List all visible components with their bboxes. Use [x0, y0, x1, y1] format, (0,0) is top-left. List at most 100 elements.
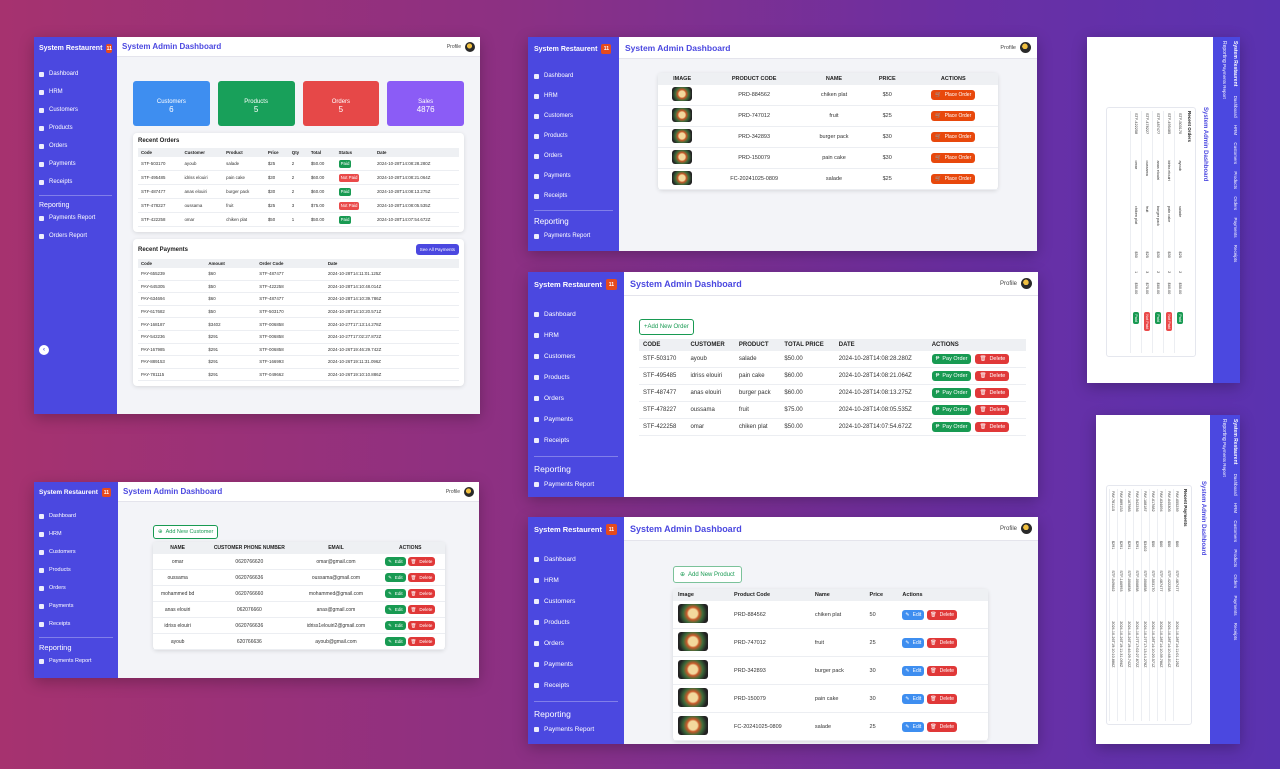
nav-products[interactable]: Products [534, 126, 613, 146]
edit-product-button[interactable]: ✎ Edit [902, 609, 925, 620]
place-order-button[interactable]: 🛒 Place Order [931, 153, 976, 163]
box-icon [39, 567, 44, 573]
profile-menu[interactable]: Profile [1000, 523, 1032, 534]
nav-orders[interactable]: Orders [534, 146, 613, 166]
nav-dashboard[interactable]: Dashboard [39, 507, 113, 525]
nav-customers[interactable]: Customers [39, 101, 112, 119]
profile-menu[interactable]: Profile [1000, 278, 1032, 289]
place-order-button[interactable]: 🛒 Place Order [931, 111, 976, 121]
pay-order-button[interactable]: ₱ Pay Order [931, 422, 972, 432]
delete-product-button[interactable]: 🗑 Delete [927, 665, 958, 676]
nav-customers[interactable]: Customers [39, 543, 113, 561]
edit-customer-button[interactable]: ✎ Edit [385, 589, 406, 598]
edit-product-button[interactable]: ✎ Edit [902, 693, 925, 704]
nav-products[interactable]: Products [534, 367, 618, 388]
table-cell: ₱ Pay Order 🗑 Delete [927, 351, 1026, 368]
nav-receipts[interactable]: Receipts [534, 675, 618, 696]
delete-order-button[interactable]: 🗑 Delete [975, 405, 1010, 415]
edit-customer-button[interactable]: ✎ Edit [385, 605, 406, 614]
receipt-icon [534, 193, 539, 199]
add-new-product-button[interactable]: ⊕ Add New Product [673, 566, 742, 583]
nav-customers[interactable]: Customers [534, 591, 618, 612]
delete-customer-button[interactable]: 🗑 Delete [407, 605, 436, 614]
edit-customer-button[interactable]: ✎ Edit [385, 621, 406, 630]
nav-payments[interactable]: Payments [534, 654, 618, 675]
rotated-canvas: System Restaurent Dashboard HRM Customer… [1087, 37, 1240, 383]
nav-payments-report[interactable]: Payments Report [534, 474, 618, 495]
nav-hrm[interactable]: HRM [534, 570, 618, 591]
place-order-button[interactable]: 🛒 Place Order [931, 90, 976, 100]
nav-hrm[interactable]: HRM [39, 83, 112, 101]
profile-menu[interactable]: Profile [1000, 42, 1031, 53]
edit-product-button[interactable]: ✎ Edit [902, 637, 925, 648]
edit-customer-button[interactable]: ✎ Edit [385, 557, 406, 566]
nav-dashboard[interactable]: Dashboard [534, 549, 618, 570]
receipt-icon [39, 179, 44, 185]
nav-receipts[interactable]: Receipts [534, 186, 613, 206]
nav-dashboard[interactable]: Dashboard [534, 304, 618, 325]
pay-order-button[interactable]: ₱ Pay Order [931, 354, 972, 364]
pay-order-button[interactable]: ₱ Pay Order [931, 371, 972, 381]
nav-orders[interactable]: Orders [534, 633, 618, 654]
delete-order-button[interactable]: 🗑 Delete [975, 354, 1010, 364]
nav-hrm[interactable]: HRM [39, 525, 113, 543]
table-cell: ayoub [1174, 158, 1185, 204]
nav-orders[interactable]: Orders [39, 137, 112, 155]
place-order-button[interactable]: 🛒 Place Order [931, 174, 976, 184]
nav-receipts[interactable]: Receipts [534, 430, 618, 451]
delete-order-button[interactable]: 🗑 Delete [975, 388, 1010, 398]
place-order-button[interactable]: 🛒 Place Order [931, 132, 976, 142]
delete-customer-button[interactable]: 🗑 Delete [407, 621, 436, 630]
delete-order-button[interactable]: 🗑 Delete [975, 371, 1010, 381]
nav-orders[interactable]: Orders [39, 579, 113, 597]
nav-payments-report[interactable]: Payments Report [39, 652, 113, 670]
nav-receipts[interactable]: Receipts [39, 615, 113, 633]
delete-customer-button[interactable]: 🗑 Delete [407, 637, 436, 646]
see-all-payments-button[interactable]: See All Payments [415, 244, 459, 255]
table-cell: PAY-167985 [138, 343, 206, 357]
delete-customer-button[interactable]: 🗑 Delete [407, 557, 436, 566]
add-new-customer-button[interactable]: ⊕ Add New Customer [153, 525, 219, 539]
edit-icon: ✎ [388, 574, 392, 580]
edit-product-button[interactable]: ✎ Edit [902, 721, 925, 732]
delete-customer-button[interactable]: 🗑 Delete [407, 589, 436, 598]
nav-customers[interactable]: Customers [534, 106, 613, 126]
nav-products[interactable]: Products [534, 612, 618, 633]
add-new-order-button[interactable]: +Add New Order [639, 319, 694, 335]
edit-customer-button[interactable]: ✎ Edit [385, 637, 406, 646]
nav-payments[interactable]: Payments [534, 166, 613, 186]
nav-orders-report[interactable]: Orders Report [39, 227, 112, 245]
pay-order-button[interactable]: ₱ Pay Order [931, 405, 972, 415]
nav-payments[interactable]: Payments [39, 597, 113, 615]
pay-order-button[interactable]: ₱ Pay Order [931, 388, 972, 398]
nav-hrm[interactable]: HRM [534, 325, 618, 346]
nav-products[interactable]: Products [39, 561, 113, 579]
delete-product-button[interactable]: 🗑 Delete [927, 637, 958, 648]
nav-hrm[interactable]: HRM [534, 86, 613, 106]
delete-product-button[interactable]: 🗑 Delete [927, 693, 958, 704]
nav-payments[interactable]: Payments [534, 409, 618, 430]
table-cell: pain cake [802, 147, 866, 169]
nav-receipts[interactable]: Receipts [39, 173, 112, 191]
delete-product-button[interactable]: 🗑 Delete [927, 721, 958, 732]
edit-product-button[interactable]: ✎ Edit [902, 665, 925, 676]
nav-payments[interactable]: Payments [39, 155, 112, 173]
delete-product-button[interactable]: 🗑 Delete [927, 609, 958, 620]
table-cell: $60 [205, 268, 257, 281]
collapse-toggle[interactable]: ‹ [39, 345, 49, 355]
nav-payments-report[interactable]: Payments Report [534, 719, 618, 740]
profile-menu[interactable]: Profile [447, 41, 475, 52]
profile-menu[interactable]: Profile [446, 486, 474, 497]
nav-orders[interactable]: Orders [534, 388, 618, 409]
nav-products[interactable]: Products [39, 119, 112, 137]
nav-payments-report[interactable]: Payments Report [534, 226, 613, 246]
table-cell: PAY-634694 [138, 292, 206, 306]
table-cell: 0620766636 [202, 617, 297, 634]
nav-customers[interactable]: Customers [534, 346, 618, 367]
nav-dashboard[interactable]: Dashboard [534, 66, 613, 86]
nav-payments-report[interactable]: Payments Report [39, 209, 112, 227]
nav-dashboard[interactable]: Dashboard [39, 65, 112, 83]
delete-customer-button[interactable]: 🗑 Delete [407, 573, 436, 582]
delete-order-button[interactable]: 🗑 Delete [975, 422, 1010, 432]
edit-customer-button[interactable]: ✎ Edit [385, 573, 406, 582]
